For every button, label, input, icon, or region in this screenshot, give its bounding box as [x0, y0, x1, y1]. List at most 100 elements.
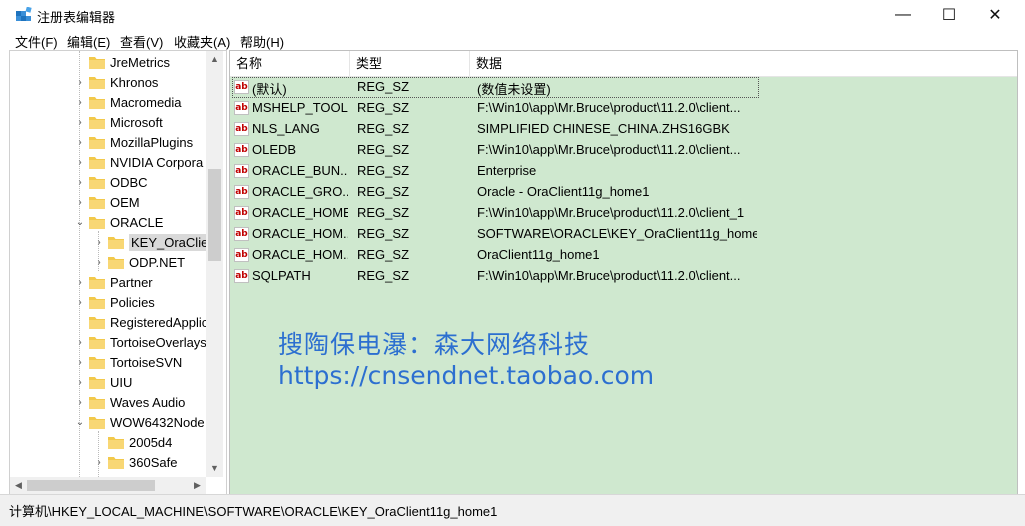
list-row[interactable]: ab ORACLE_GRO... REG_SZ Oracle - OraClient1… — [230, 182, 1017, 203]
cell-type: REG_SZ — [357, 100, 410, 115]
expand-arrow-icon[interactable]: › — [74, 277, 86, 288]
list-row[interactable]: ab (默认) REG_SZ (数值未设置) — [230, 77, 1017, 98]
column-type[interactable]: 类型 — [350, 51, 470, 76]
tree-item[interactable]: › Waves Audio — [74, 392, 185, 412]
list-header: 名称 类型 数据 — [230, 51, 1017, 77]
close-button[interactable]: ✕ — [972, 0, 1018, 30]
tree-item[interactable]: › UIU — [74, 372, 132, 392]
cell-name: MSHELP_TOOLS — [252, 100, 348, 115]
tree-item[interactable]: JreMetrics — [74, 52, 170, 72]
menu-help[interactable]: 帮助(H) — [240, 32, 284, 51]
folder-icon — [89, 355, 105, 369]
cell-name: ORACLE_BUN... — [252, 163, 348, 178]
tree-item-label: UIU — [110, 374, 133, 390]
cell-data: Enterprise — [477, 163, 537, 178]
tree-item[interactable]: › TortoiseOverlays — [74, 332, 206, 352]
cell-data: F:\Win10\app\Mr.Bruce\product\11.2.0\cli… — [477, 100, 741, 115]
scroll-right-icon[interactable]: ▶ — [189, 477, 206, 494]
tree-item[interactable]: › KEY_OraClien — [93, 232, 218, 252]
expand-arrow-icon[interactable]: › — [74, 137, 86, 148]
expand-arrow-icon[interactable]: › — [93, 237, 105, 248]
string-value-icon: ab — [234, 269, 249, 283]
tree-item[interactable]: ⌄ ORACLE — [74, 212, 164, 232]
list-row[interactable]: ab MSHELP_TOOLS REG_SZ F:\Win10\app\Mr.Bruc… — [230, 98, 1017, 119]
cell-data: F:\Win10\app\Mr.Bruce\product\11.2.0\cli… — [477, 268, 741, 283]
list-row[interactable]: ab NLS_LANG REG_SZ SIMPLIFIED CHINESE_CHINA… — [230, 119, 1017, 140]
minimize-icon: — — [895, 6, 911, 23]
cell-name: SQLPATH — [252, 268, 311, 283]
expand-arrow-icon[interactable]: › — [74, 357, 86, 368]
tree-item-label: Policies — [110, 294, 155, 310]
tree-item[interactable]: › Khronos — [74, 72, 158, 92]
tree-item-label: Partner — [110, 274, 153, 290]
expand-arrow-icon[interactable]: › — [74, 377, 86, 388]
tree-item-label: ORACLE — [110, 214, 164, 230]
expand-arrow-icon[interactable]: › — [74, 337, 86, 348]
menu-edit[interactable]: 编辑(E) — [67, 32, 110, 51]
cell-data: F:\Win10\app\Mr.Bruce\product\11.2.0\cli… — [477, 142, 741, 157]
tree-item[interactable]: › Policies — [74, 292, 155, 312]
cell-data: (数值未设置) — [477, 82, 551, 97]
expand-arrow-icon[interactable]: › — [74, 77, 86, 88]
tree-item[interactable]: 2005d4 — [93, 432, 172, 452]
tree-item[interactable]: › Macromedia — [74, 92, 181, 112]
expand-arrow-icon[interactable]: › — [74, 297, 86, 308]
folder-icon — [89, 275, 105, 289]
expand-arrow-icon[interactable]: › — [74, 97, 86, 108]
tree-item[interactable]: › MozillaPlugins — [74, 132, 193, 152]
list-row[interactable]: ab SQLPATH REG_SZ F:\Win10\app\Mr.Bruce\pro… — [230, 266, 1017, 287]
tree-item[interactable]: › Partner — [74, 272, 153, 292]
tree-item[interactable]: › NVIDIA Corpora — [74, 152, 203, 172]
maximize-button[interactable]: ☐ — [926, 0, 972, 30]
tree-item[interactable]: › Microsoft — [74, 112, 162, 132]
column-name[interactable]: 名称 — [230, 51, 350, 76]
tree-horizontal-scrollbar[interactable]: ◀ ▶ — [10, 477, 206, 494]
cell-data: SIMPLIFIED CHINESE_CHINA.ZHS16GBK — [477, 121, 730, 136]
tree-item[interactable]: › ODBC — [74, 172, 147, 192]
expand-arrow-icon[interactable]: › — [74, 177, 86, 188]
menu-bar: 文件(F) 编辑(E) 查看(V) 收藏夹(A) 帮助(H) — [0, 30, 1025, 50]
cell-name: (默认) — [252, 82, 287, 97]
list-row[interactable]: ab ORACLE_HOME REG_SZ F:\Win10\app\Mr.Bruce… — [230, 203, 1017, 224]
list-row[interactable]: ab ORACLE_BUN... REG_SZ Enterprise — [230, 161, 1017, 182]
cell-type: REG_SZ — [357, 247, 410, 262]
tree-item[interactable]: › OEM — [74, 192, 139, 212]
tree-item[interactable]: › ODP.NET — [93, 252, 185, 272]
folder-icon — [89, 115, 105, 129]
expand-arrow-icon[interactable]: › — [93, 257, 105, 268]
expand-arrow-icon[interactable]: › — [74, 117, 86, 128]
expand-arrow-icon[interactable]: › — [93, 457, 105, 468]
cell-name: ORACLE_HOM... — [252, 247, 348, 262]
expand-arrow-icon[interactable]: › — [74, 157, 86, 168]
tree-item[interactable]: ⌄ WOW6432Node — [74, 412, 205, 432]
folder-icon — [89, 335, 105, 349]
collapse-arrow-icon[interactable]: ⌄ — [74, 217, 86, 228]
tree-item[interactable]: RegisteredApplic — [74, 312, 208, 332]
scroll-thumb[interactable] — [27, 480, 155, 491]
registry-values-list[interactable]: 名称 类型 数据 ab (默认) REG_SZ (数值未设置)ab MSHELP_TOO… — [229, 50, 1018, 495]
expand-arrow-icon[interactable]: › — [74, 197, 86, 208]
menu-view[interactable]: 查看(V) — [120, 32, 163, 51]
folder-icon — [89, 175, 105, 189]
scroll-thumb[interactable] — [208, 169, 221, 261]
tree-item[interactable]: › TortoiseSVN — [74, 352, 182, 372]
current-key-path: 计算机\HKEY_LOCAL_MACHINE\SOFTWARE\ORACLE\K… — [9, 504, 498, 519]
tree-vertical-scrollbar[interactable]: ▲ ▼ — [206, 51, 223, 477]
tree-item[interactable]: › 360Safe — [93, 452, 177, 472]
minimize-button[interactable]: — — [880, 0, 926, 30]
expand-arrow-icon[interactable]: › — [74, 397, 86, 408]
scroll-left-icon[interactable]: ◀ — [10, 477, 27, 494]
menu-favorites[interactable]: 收藏夹(A) — [174, 32, 230, 51]
list-row[interactable]: ab ORACLE_HOM... REG_SZ SOFTWARE\ORACLE\KEY… — [230, 224, 1017, 245]
registry-key-tree[interactable]: JreMetrics › Khronos › Macromedia › Microsoft ›… — [9, 50, 227, 495]
scroll-down-icon[interactable]: ▼ — [206, 460, 223, 477]
folder-icon — [89, 415, 105, 429]
scroll-up-icon[interactable]: ▲ — [206, 51, 223, 68]
collapse-arrow-icon[interactable]: ⌄ — [74, 417, 86, 428]
list-row[interactable]: ab OLEDB REG_SZ F:\Win10\app\Mr.Bruce\produ… — [230, 140, 1017, 161]
list-row[interactable]: ab ORACLE_HOM... REG_SZ OraClient11g_home1 — [230, 245, 1017, 266]
tree-item-label: KEY_OraClien — [129, 233, 218, 251]
column-data[interactable]: 数据 — [470, 51, 1017, 76]
window-title: 注册表编辑器 — [37, 10, 116, 25]
menu-file[interactable]: 文件(F) — [15, 32, 58, 51]
